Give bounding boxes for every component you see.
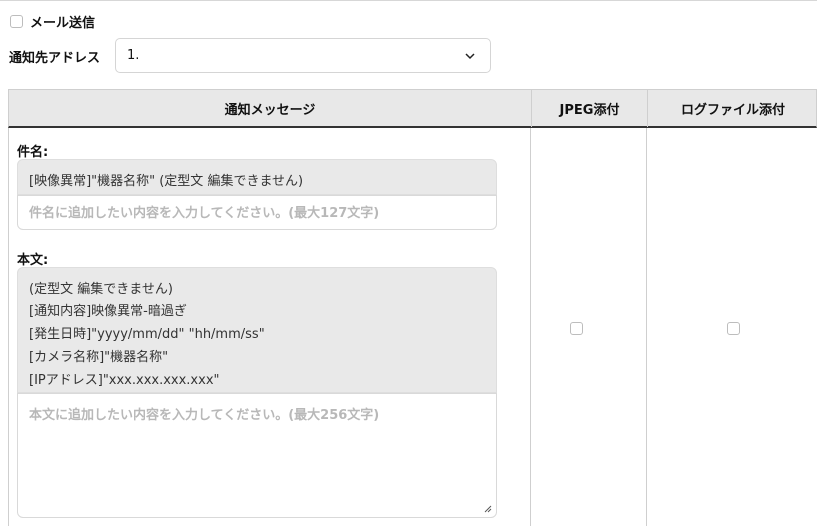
body-placeholder: 本文に追加したい内容を入力してください。(最大256文字) — [29, 408, 380, 423]
resize-grip-icon[interactable] — [484, 505, 492, 513]
subject-input[interactable]: 件名に追加したい内容を入力してください。(最大127文字) — [17, 195, 497, 230]
body-fixed-text: (定型文 編集できません) [通知内容]映像異常-暗過ぎ [発生日時]"yyyy… — [17, 267, 497, 393]
column-divider — [530, 128, 531, 526]
body-fixed-line: [発生日時]"yyyy/mm/dd" "hh/mm/ss" — [29, 327, 265, 342]
chevron-down-icon — [465, 53, 475, 60]
log-attach-checkbox[interactable] — [727, 322, 740, 335]
subject-fixed-line: [映像異常]"機器名称" (定型文 編集できません) — [29, 174, 304, 189]
body-label: 本文: — [17, 253, 49, 268]
column-divider — [646, 128, 647, 526]
body-fixed-line: [通知内容]映像異常-暗過ぎ — [29, 304, 187, 319]
header-log: ログファイル添付 — [647, 90, 817, 127]
header-message: 通知メッセージ — [224, 103, 316, 118]
body-fixed-line: [カメラ名称]"機器名称" — [29, 350, 169, 365]
header-jpeg: JPEG添付 — [531, 90, 647, 127]
mail-send-row: メール送信 — [10, 12, 95, 31]
table-body: 件名: [映像異常]"機器名称" (定型文 編集できません) 件名に追加したい内… — [8, 128, 817, 526]
address-select[interactable]: 1. — [115, 38, 491, 73]
address-select-value: 1. — [127, 48, 140, 63]
subject-fixed-text: [映像異常]"機器名称" (定型文 編集できません) — [17, 159, 497, 195]
table-header: 通知メッセージ JPEG添付 ログファイル添付 — [8, 89, 817, 128]
jpeg-attach-checkbox[interactable] — [570, 322, 583, 335]
top-divider — [0, 0, 817, 1]
subject-label: 件名: — [17, 145, 49, 160]
notification-table: 通知メッセージ JPEG添付 ログファイル添付 件名: [映像異常]"機器名称"… — [8, 89, 817, 526]
address-label: 通知先アドレス — [9, 51, 101, 66]
mail-send-label: メール送信 — [30, 16, 96, 31]
mail-send-checkbox[interactable] — [10, 15, 23, 28]
body-fixed-line: (定型文 編集できません) — [29, 282, 173, 297]
body-fixed-line: [IPアドレス]"xxx.xxx.xxx.xxx" — [29, 373, 220, 388]
body-textarea[interactable]: 本文に追加したい内容を入力してください。(最大256文字) — [17, 393, 497, 518]
